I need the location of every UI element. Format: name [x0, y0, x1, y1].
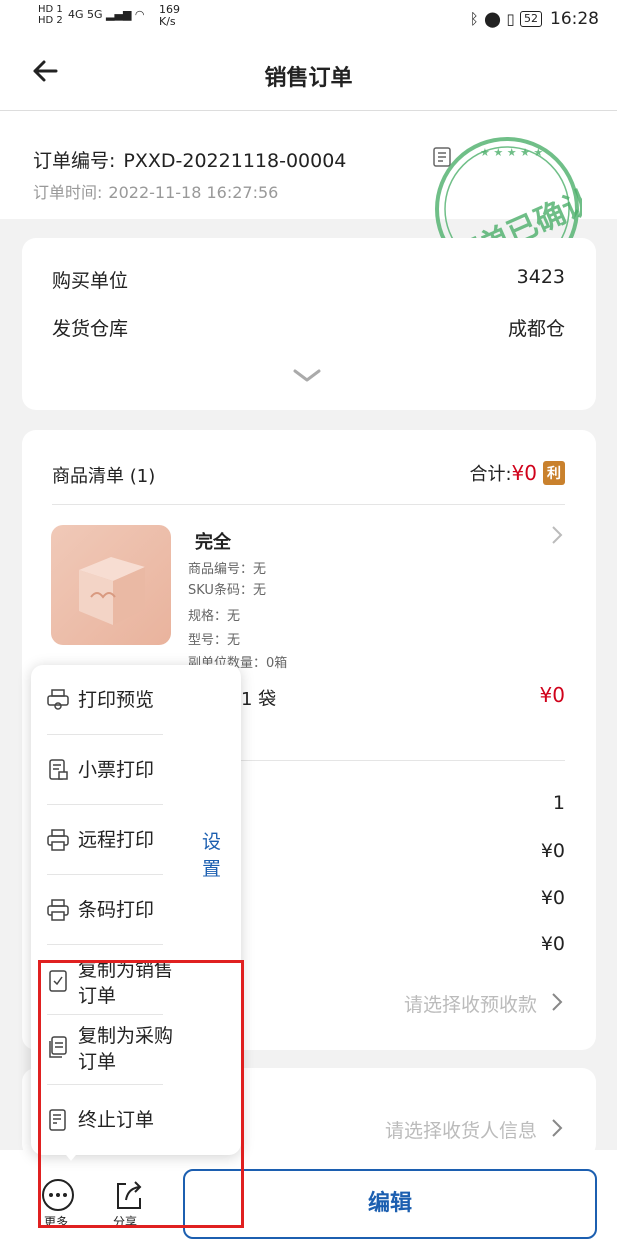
- network-speed: 169 K/s: [159, 4, 180, 28]
- menu-item-label: 条码打印: [78, 899, 155, 921]
- highlight-annotation: [38, 960, 244, 1228]
- product-sku: SKU条码：无: [188, 583, 266, 598]
- total-label: 合计:: [469, 464, 512, 485]
- printer-icon: [47, 829, 69, 851]
- clock: 16:28: [550, 9, 599, 29]
- goods-total: 合计:¥0 利: [469, 460, 565, 486]
- page-title: 销售订单: [264, 66, 353, 91]
- status-bar: HD 1 HD 2 4G 5G ▂▄▆ ◠ 169 K/s ᛒ ⬤ ▯ 52 16…: [0, 0, 617, 40]
- product-price: ¥0: [539, 683, 565, 707]
- menu-divider: [47, 804, 163, 805]
- box-icon: [79, 557, 145, 625]
- product-code: 商品编号：无: [188, 562, 267, 577]
- battery-icon: 52: [520, 11, 542, 27]
- profit-badge[interactable]: 利: [543, 461, 565, 485]
- print-preview-icon: [47, 689, 69, 710]
- menu-divider: [47, 944, 163, 945]
- chevron-right-icon[interactable]: [550, 525, 564, 545]
- receipt-icon: [49, 759, 68, 780]
- product-spec: 规格：无: [188, 609, 241, 624]
- menu-divider: [47, 874, 163, 875]
- order-time-row: 订单时间: 2022-11-18 16:27:56: [33, 179, 278, 203]
- speed-unit: K/s: [159, 15, 176, 28]
- printer-icon: [47, 899, 69, 921]
- buyer-label: 购买单位: [52, 270, 129, 292]
- order-number-label: 订单编号:: [33, 150, 116, 172]
- remote-print-settings-link[interactable]: 设置: [202, 827, 237, 881]
- divider: [52, 504, 565, 505]
- product-thumbnail: [51, 525, 171, 645]
- chevron-down-icon[interactable]: [292, 368, 322, 384]
- order-number-row: 订单编号: PXXD-20221118-00004: [33, 146, 346, 173]
- product-qty: 1 袋: [241, 689, 277, 710]
- total-value: ¥0: [511, 461, 537, 485]
- hd1-label: HD 1: [38, 4, 63, 15]
- order-time: 2022-11-18 16:27:56: [108, 183, 279, 202]
- chevron-right-icon[interactable]: [550, 1118, 564, 1138]
- summary-value-3: ¥0: [540, 887, 565, 909]
- receiver-select[interactable]: 请选择收货人信息: [385, 1116, 537, 1143]
- bluetooth-icon: ᛒ: [469, 10, 479, 28]
- app-header: 销售订单: [0, 40, 617, 111]
- hd2-label: HD 2: [38, 15, 63, 26]
- summary-value-4: ¥0: [540, 933, 565, 955]
- order-number: PXXD-20221118-00004: [123, 150, 347, 172]
- product-model: 型号：无: [188, 633, 241, 648]
- status-right: ᛒ ⬤ ▯ 52 16:28: [470, 9, 599, 29]
- menu-item-label: 小票打印: [78, 759, 155, 781]
- location-icon: ⬤: [484, 10, 501, 28]
- vibrate-icon: ▯: [506, 10, 515, 28]
- goods-list-label: 商品清单 (1): [52, 466, 156, 487]
- product-name[interactable]: 完全: [195, 528, 231, 554]
- warehouse-value: 成都仓: [507, 318, 565, 340]
- svg-text:★ ★ ★ ★ ★: ★ ★ ★ ★ ★: [480, 146, 543, 159]
- menu-divider: [47, 734, 163, 735]
- signal-icon: 4G 5G ▂▄▆ ◠: [68, 8, 145, 21]
- buyer-value: 3423: [516, 266, 565, 288]
- hd-indicators: HD 1 HD 2: [38, 4, 63, 26]
- warehouse-label: 发货仓库: [52, 318, 129, 340]
- chevron-right-icon[interactable]: [550, 992, 564, 1012]
- payment-select[interactable]: 请选择收预收款: [404, 990, 537, 1017]
- signal-label: 4G 5G: [68, 8, 103, 21]
- edit-button[interactable]: 编辑: [183, 1169, 597, 1239]
- menu-item-label: 远程打印: [78, 829, 155, 851]
- order-time-label: 订单时间:: [33, 183, 103, 202]
- summary-value-1: 1: [552, 792, 565, 814]
- menu-item-label: 打印预览: [78, 689, 155, 711]
- summary-value-2: ¥0: [540, 840, 565, 862]
